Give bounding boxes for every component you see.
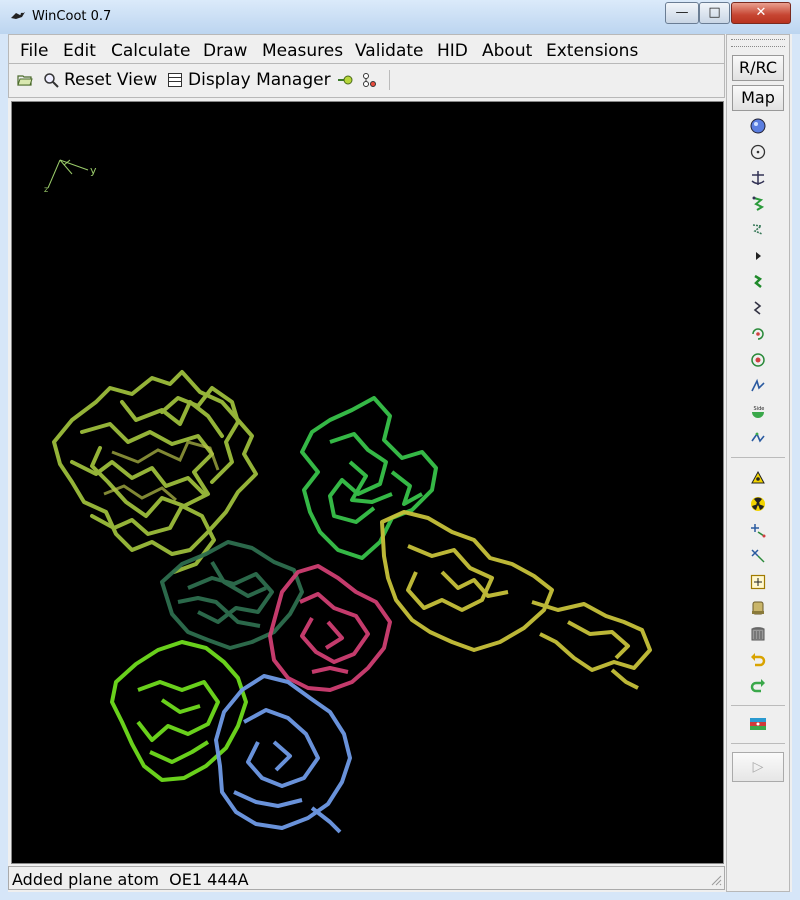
svg-text:Side: Side xyxy=(754,406,765,412)
measure-distance-icon[interactable] xyxy=(361,72,377,88)
toolbar-separator xyxy=(389,70,390,90)
axis-y-label: y xyxy=(90,164,97,177)
place-atom-box-icon[interactable] xyxy=(749,573,767,591)
menu-calculate[interactable]: Calculate xyxy=(111,41,190,61)
open-folder-icon[interactable] xyxy=(17,72,33,88)
menu-file[interactable]: File xyxy=(20,41,48,61)
status-bar: Added plane atom OE1 444A xyxy=(8,866,725,890)
menu-bar: File Edit Calculate Draw Measures Valida… xyxy=(8,34,725,64)
trash-icon[interactable] xyxy=(749,625,767,643)
toolbar-handle[interactable] xyxy=(731,39,785,47)
torsion-general-icon[interactable] xyxy=(749,377,767,395)
menu-extensions[interactable]: Extensions xyxy=(546,41,638,61)
rigid-body-fit-icon[interactable] xyxy=(749,169,767,187)
add-atom-icon[interactable] xyxy=(749,521,767,539)
minimize-button[interactable]: — xyxy=(665,2,699,24)
chain-pink xyxy=(268,564,392,692)
edit-chi-angles-icon[interactable] xyxy=(749,351,767,369)
model-toolbar: R/RC Map Side ▷ xyxy=(726,34,790,892)
fit-loop-icon[interactable] xyxy=(749,429,767,447)
molecular-graphics-canvas[interactable]: y z xyxy=(12,102,723,863)
menu-draw[interactable]: Draw xyxy=(203,41,247,61)
reset-view-button[interactable]: Reset View xyxy=(64,70,157,90)
expand-arrow-icon[interactable] xyxy=(749,247,767,265)
close-button[interactable]: ✕ xyxy=(731,2,791,24)
rrc-button[interactable]: R/RC xyxy=(732,55,784,81)
refine-sphere-icon[interactable] xyxy=(749,117,767,135)
side-chain-180-icon[interactable] xyxy=(749,325,767,343)
magnifier-icon[interactable] xyxy=(43,72,59,88)
flip-peptide-icon[interactable] xyxy=(749,299,767,317)
menu-validate[interactable]: Validate xyxy=(355,41,424,61)
title-bar[interactable]: WinCoot 0.7 — □ ✕ xyxy=(0,0,800,34)
display-manager-icon[interactable] xyxy=(167,72,183,88)
toolbar-divider-1 xyxy=(731,457,785,458)
menu-measures[interactable]: Measures xyxy=(262,41,343,61)
delete-atom-icon[interactable] xyxy=(749,547,767,565)
redo-icon[interactable] xyxy=(749,677,767,695)
clear-pending-icon[interactable] xyxy=(749,599,767,617)
window-title: WinCoot 0.7 xyxy=(32,9,112,24)
go-to-atom-icon[interactable] xyxy=(337,72,353,88)
flag-icon[interactable] xyxy=(749,715,767,733)
add-water-icon[interactable] xyxy=(749,469,767,487)
rotate-translate-icon[interactable] xyxy=(749,195,767,213)
menu-edit[interactable]: Edit xyxy=(63,41,96,61)
molecule-viewport[interactable]: y z xyxy=(11,101,724,864)
maximize-button[interactable]: □ xyxy=(699,2,730,24)
regularize-icon[interactable] xyxy=(749,143,767,161)
toolbar-divider-2 xyxy=(731,705,785,706)
menu-about[interactable]: About xyxy=(482,41,532,61)
toolbar-divider-3 xyxy=(731,743,785,744)
mutate-icon[interactable] xyxy=(749,273,767,291)
add-side-chain-icon[interactable]: Side xyxy=(749,403,767,421)
chain-blue xyxy=(214,674,352,834)
undo-icon[interactable] xyxy=(749,651,767,669)
app-window: WinCoot 0.7 — □ ✕ File Edit Calculate Dr… xyxy=(0,0,800,900)
axes-indicator xyxy=(47,159,89,189)
radiation-icon[interactable] xyxy=(749,495,767,513)
coot-app-icon xyxy=(11,12,25,19)
auto-fit-rotamer-icon[interactable] xyxy=(749,221,767,239)
play-button[interactable]: ▷ xyxy=(732,752,784,782)
status-text: Added plane atom OE1 444A xyxy=(12,870,249,889)
client-area: File Edit Calculate Draw Measures Valida… xyxy=(8,34,792,892)
axis-z-label: z xyxy=(44,185,48,194)
chain-green xyxy=(300,396,438,560)
display-manager-button[interactable]: Display Manager xyxy=(188,70,331,90)
toolbar: Reset View Display Manager xyxy=(8,64,725,98)
menu-hid[interactable]: HID xyxy=(437,41,468,61)
map-button[interactable]: Map xyxy=(732,85,784,111)
resize-grip-icon[interactable] xyxy=(708,872,722,886)
chain-yellow xyxy=(380,510,652,690)
